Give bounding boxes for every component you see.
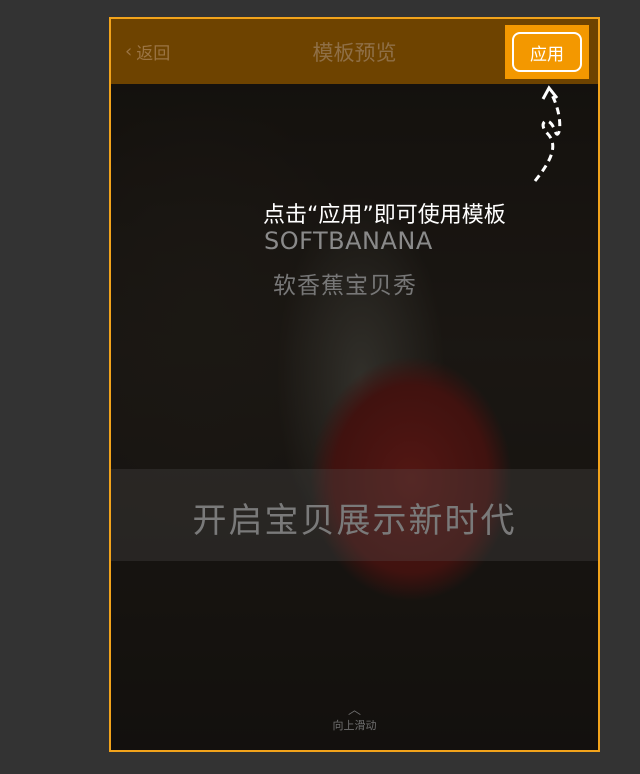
template-preview-frame: ‹ 返回 模板预览 应用 点击“应用”即可使用模板 SOFTBANANA 软香蕉… (109, 17, 600, 752)
brand-name-en: SOFTBANANA (264, 227, 433, 255)
swipe-label: 向上滑动 (332, 719, 377, 732)
brand-name-cn: 软香蕉宝贝秀 (273, 273, 417, 299)
hint-text: 点击“应用”即可使用模板 (263, 203, 506, 228)
preview-header: ‹ 返回 模板预览 应用 (111, 19, 598, 84)
chevron-up-icon: ︿ (347, 703, 361, 718)
slogan-text: 开启宝贝展示新时代 (192, 501, 517, 541)
apply-button[interactable]: 应用 (512, 32, 582, 72)
dashed-arrow-icon (533, 85, 562, 182)
apply-highlight: 应用 (505, 25, 589, 79)
swipe-up-hint[interactable]: ︿ 向上滑动 (111, 703, 598, 733)
